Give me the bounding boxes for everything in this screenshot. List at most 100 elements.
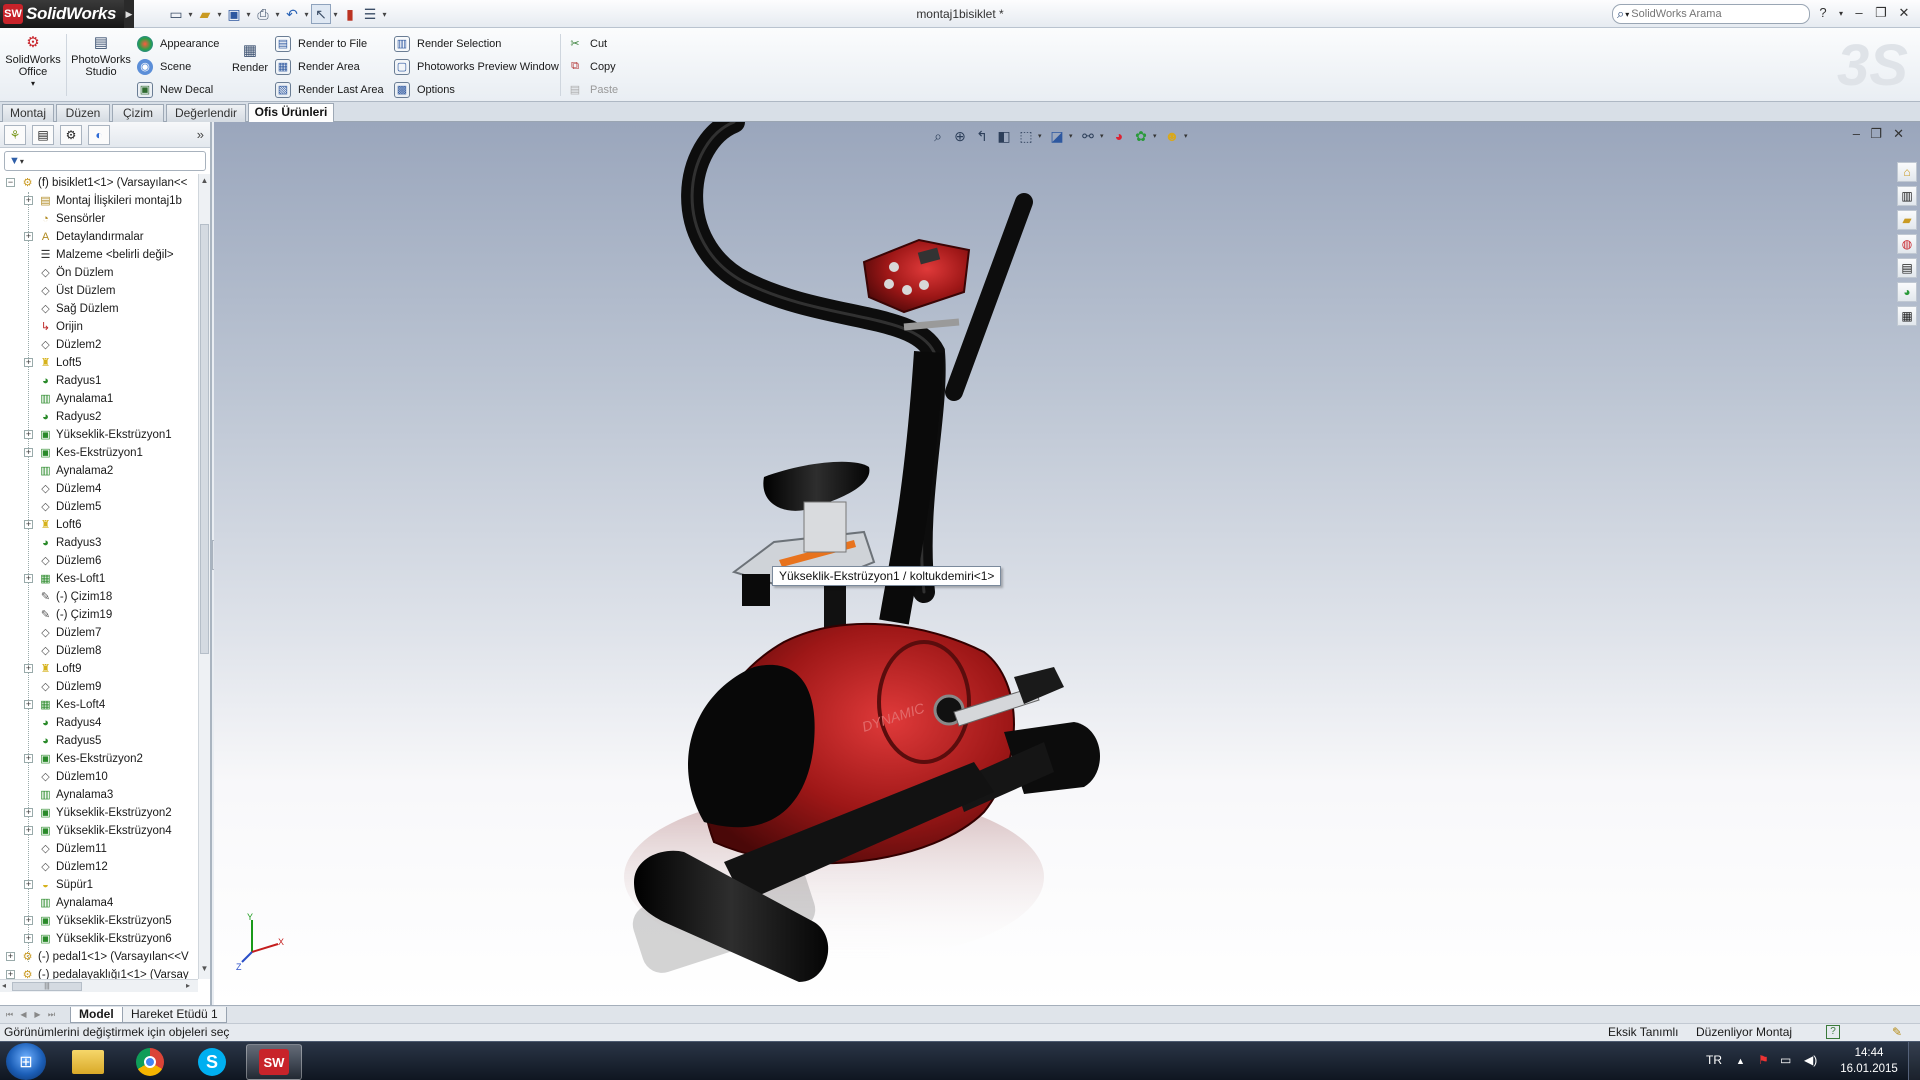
tab-duzen[interactable]: Düzen bbox=[56, 104, 110, 122]
tree-item[interactable]: − ⚙ (f) bisiklet1<1> (Varsayılan<< bbox=[0, 174, 198, 192]
viewport-restore-icon[interactable]: ❐ bbox=[1870, 126, 1882, 142]
viewport-close-icon[interactable]: ✕ bbox=[1893, 126, 1904, 142]
search-input[interactable] bbox=[1631, 8, 1792, 20]
tree-item[interactable]: + ▣ Kes-Ekstrüzyon2 bbox=[0, 750, 198, 768]
tree-item[interactable]: ✎ (-) Çizim19 bbox=[0, 606, 198, 624]
scroll-left-icon[interactable]: ◂ bbox=[2, 981, 6, 990]
tree-item[interactable]: + ▤ Montaj İlişkileri montaj1b bbox=[0, 192, 198, 210]
tree-item[interactable]: ◇ Düzlem11 bbox=[0, 840, 198, 858]
select-dropdown[interactable]: ▾ bbox=[331, 10, 340, 19]
tree-item[interactable]: ◔ Sensörler bbox=[0, 210, 198, 228]
tab-ofis-urunleri[interactable]: Ofis Ürünleri bbox=[248, 103, 334, 123]
scroll-right-icon[interactable]: ▸ bbox=[186, 981, 190, 990]
tree-item[interactable]: + A Detaylandırmalar bbox=[0, 228, 198, 246]
tab-montaj[interactable]: Montaj bbox=[2, 104, 54, 122]
featuremanager-tree-icon[interactable]: ⚘ bbox=[4, 124, 26, 145]
tree-item[interactable]: + ♜ Loft5 bbox=[0, 354, 198, 372]
search-dropdown-icon[interactable]: ▾ bbox=[1625, 10, 1629, 19]
tree-item[interactable]: ◇ Üst Düzlem bbox=[0, 282, 198, 300]
select-pointer-icon[interactable]: ↖ bbox=[311, 4, 331, 24]
tree-item[interactable]: ◇ Düzlem2 bbox=[0, 336, 198, 354]
close-window-icon[interactable]: ✕ bbox=[1895, 5, 1913, 21]
tab-cizim[interactable]: Çizim bbox=[112, 104, 164, 122]
action-center-flag-icon[interactable]: ⚑ bbox=[1758, 1053, 1769, 1067]
tree-item[interactable]: ◇ Sağ Düzlem bbox=[0, 300, 198, 318]
options-dropdown[interactable]: ▾ bbox=[380, 10, 389, 19]
rebuild-traffic-light-icon[interactable]: ▮ bbox=[340, 4, 360, 24]
expand-panel-icon[interactable]: » bbox=[197, 127, 204, 142]
preview-window-button[interactable]: ▢ Photoworks Preview Window bbox=[394, 55, 559, 78]
tree-item[interactable]: ◕ Radyus5 bbox=[0, 732, 198, 750]
show-hidden-icons-icon[interactable]: ▲ bbox=[1736, 1056, 1745, 1066]
language-indicator[interactable]: TR bbox=[1706, 1053, 1722, 1067]
taskbar-chrome[interactable] bbox=[122, 1044, 178, 1080]
horizontal-scroll-thumb[interactable]: ||| bbox=[12, 982, 82, 991]
tree-item[interactable]: + ▣ Yükseklik-Ekstrüzyon1 bbox=[0, 426, 198, 444]
last-tab-icon[interactable]: ⏭ bbox=[46, 1009, 57, 1020]
tree-item[interactable]: ◕ Radyus2 bbox=[0, 408, 198, 426]
collapse-node-icon[interactable]: − bbox=[6, 178, 15, 187]
view-palette-icon[interactable]: ▤ bbox=[1897, 258, 1917, 278]
render-area-button[interactable]: ▦ Render Area bbox=[275, 55, 384, 78]
filter-dropdown-icon[interactable]: ▾ bbox=[20, 157, 24, 166]
search-results-icon[interactable]: ◍ bbox=[1897, 234, 1917, 254]
tree-item[interactable]: ☰ Malzeme <belirli değil> bbox=[0, 246, 198, 264]
tree-item[interactable]: + ⚙ (-) pedalayaklığı1<1> (Varsay bbox=[0, 966, 198, 979]
tree-item[interactable]: ◇ Düzlem12 bbox=[0, 858, 198, 876]
new-dropdown[interactable]: ▾ bbox=[186, 10, 195, 19]
tree-item[interactable]: + ▣ Kes-Ekstrüzyon1 bbox=[0, 444, 198, 462]
prev-tab-icon[interactable]: ◀ bbox=[18, 1009, 29, 1020]
render-to-file-button[interactable]: ▤ Render to File bbox=[275, 32, 384, 55]
tree-item[interactable]: ◇ Düzlem7 bbox=[0, 624, 198, 642]
print-dropdown[interactable]: ▾ bbox=[273, 10, 282, 19]
tab-motion-study-1[interactable]: Hareket Etüdü 1 bbox=[122, 1007, 227, 1023]
expand-node-icon[interactable]: + bbox=[24, 448, 33, 457]
viewport-minimize-icon[interactable]: – bbox=[1853, 126, 1860, 141]
windows-start-button[interactable]: ⊞ bbox=[6, 1043, 46, 1080]
photoworks-studio-button[interactable]: ▤ PhotoWorks Studio bbox=[70, 34, 132, 78]
tree-item[interactable]: ◇ Düzlem4 bbox=[0, 480, 198, 498]
tree-item[interactable]: ▥ Aynalama4 bbox=[0, 894, 198, 912]
tree-item[interactable]: ◇ Düzlem9 bbox=[0, 678, 198, 696]
undo-icon[interactable]: ↶ bbox=[282, 4, 302, 24]
help-dropdown-icon[interactable]: ▾ bbox=[1832, 9, 1850, 18]
volume-icon[interactable]: ◀) bbox=[1804, 1053, 1817, 1067]
next-tab-icon[interactable]: ▶ bbox=[32, 1009, 43, 1020]
expand-node-icon[interactable]: + bbox=[24, 430, 33, 439]
scene-button[interactable]: ◉ Scene bbox=[137, 55, 219, 78]
taskbar-skype[interactable]: S bbox=[184, 1044, 240, 1080]
menu-expand-arrow-icon[interactable]: ▶ bbox=[124, 0, 134, 28]
scroll-up-icon[interactable]: ▲ bbox=[199, 176, 210, 185]
configurationmanager-icon[interactable]: ⚙ bbox=[60, 124, 82, 145]
tree-item[interactable]: + ▣ Yükseklik-Ekstrüzyon2 bbox=[0, 804, 198, 822]
tree-item[interactable]: ✎ (-) Çizim18 bbox=[0, 588, 198, 606]
exercise-bike-model[interactable]: DYNAMIC bbox=[574, 122, 1334, 1002]
solidworks-office-button[interactable]: ⚙ SolidWorks Office ▾ bbox=[4, 34, 62, 90]
minimize-window-icon[interactable]: – bbox=[1850, 5, 1868, 20]
tree-item[interactable]: ▥ Aynalama2 bbox=[0, 462, 198, 480]
tree-item[interactable]: ▥ Aynalama1 bbox=[0, 390, 198, 408]
expand-node-icon[interactable]: + bbox=[24, 664, 33, 673]
graphics-area[interactable]: ⌕ ⊕ ↰ ◧ ⬚ ▾ ◪ ▾ ⚯ ▾ ◕ ✿ ▾ ☻ ▾ – ❐ ✕ ⌂ ▥ ▰ ◍ ▤… bbox=[214, 122, 1920, 1005]
expand-node-icon[interactable]: + bbox=[6, 970, 15, 979]
tree-item[interactable]: ▥ Aynalama3 bbox=[0, 786, 198, 804]
tree-item[interactable]: + ▦ Kes-Loft1 bbox=[0, 570, 198, 588]
undo-dropdown[interactable]: ▾ bbox=[302, 10, 311, 19]
expand-node-icon[interactable]: + bbox=[24, 880, 33, 889]
save-dropdown[interactable]: ▾ bbox=[244, 10, 253, 19]
tab-model[interactable]: Model bbox=[70, 1007, 123, 1023]
restore-window-icon[interactable]: ❐ bbox=[1872, 5, 1890, 21]
options-button[interactable]: ▩ Options bbox=[394, 78, 559, 101]
render-last-area-button[interactable]: ▧ Render Last Area bbox=[275, 78, 384, 101]
show-desktop-button[interactable] bbox=[1908, 1042, 1920, 1080]
expand-node-icon[interactable]: + bbox=[24, 520, 33, 529]
render-button[interactable]: ▦ Render bbox=[228, 42, 272, 74]
render-selection-button[interactable]: ▥ Render Selection bbox=[394, 32, 559, 55]
expand-node-icon[interactable]: + bbox=[24, 358, 33, 367]
tree-filter[interactable]: ▼ ▾ bbox=[4, 151, 206, 171]
help-icon[interactable]: ? bbox=[1814, 5, 1832, 20]
expand-node-icon[interactable]: + bbox=[24, 808, 33, 817]
new-document-icon[interactable]: ▭ bbox=[166, 4, 186, 24]
tree-item[interactable]: + ◒ Süpür1 bbox=[0, 876, 198, 894]
appearances-scenes-icon[interactable]: ◕ bbox=[1897, 282, 1917, 302]
